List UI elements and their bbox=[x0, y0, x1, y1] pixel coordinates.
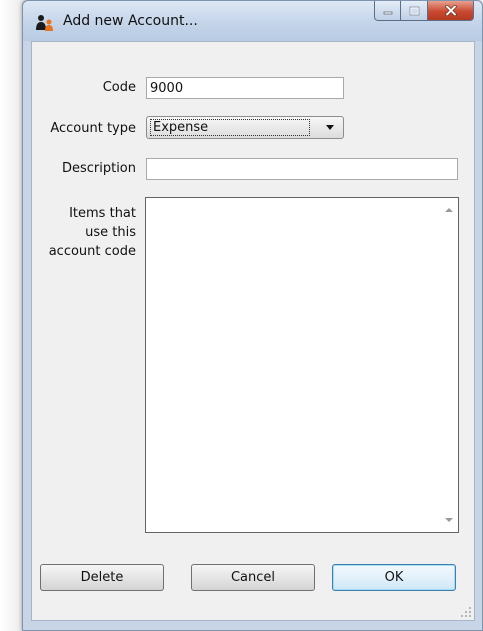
items-list-scrollbar[interactable] bbox=[441, 198, 458, 532]
items-label-line-3: account code bbox=[48, 244, 136, 259]
window-title: Add new Account... bbox=[63, 13, 198, 29]
items-label: Items that use this account code bbox=[36, 204, 136, 261]
items-label-line-2: use this bbox=[85, 225, 136, 240]
code-label: Code bbox=[102, 80, 136, 95]
account-type-select[interactable]: Expense bbox=[146, 116, 344, 139]
cancel-button[interactable]: Cancel bbox=[191, 564, 315, 591]
ok-button[interactable]: OK bbox=[332, 564, 456, 591]
dialog-body: Code Account type Expense Description It… bbox=[31, 41, 475, 621]
maximize-icon bbox=[409, 6, 419, 15]
people-icon bbox=[36, 15, 53, 31]
window-controls bbox=[374, 1, 474, 23]
close-button[interactable] bbox=[428, 1, 474, 21]
maximize-button[interactable] bbox=[401, 1, 428, 21]
scroll-up-icon[interactable] bbox=[445, 208, 453, 212]
items-list[interactable] bbox=[145, 197, 459, 533]
dialog-window: Add new Account... Code 9000 Account typ… bbox=[22, 0, 483, 631]
code-input[interactable] bbox=[146, 77, 344, 99]
description-label: Description bbox=[61, 161, 136, 176]
items-label-line-1: Items that bbox=[69, 206, 136, 221]
chevron-down-icon bbox=[326, 125, 334, 130]
delete-button[interactable]: Delete bbox=[40, 564, 164, 591]
minimize-button[interactable] bbox=[374, 1, 401, 21]
scroll-down-icon[interactable] bbox=[445, 518, 453, 522]
title-bar[interactable]: Add new Account... bbox=[23, 1, 482, 41]
close-icon bbox=[444, 5, 457, 16]
description-input[interactable] bbox=[146, 158, 458, 180]
account-type-value: Expense bbox=[150, 119, 310, 136]
resize-grip-icon[interactable] bbox=[460, 606, 472, 618]
minimize-icon bbox=[383, 11, 392, 14]
account-type-label: Account type bbox=[50, 121, 136, 136]
